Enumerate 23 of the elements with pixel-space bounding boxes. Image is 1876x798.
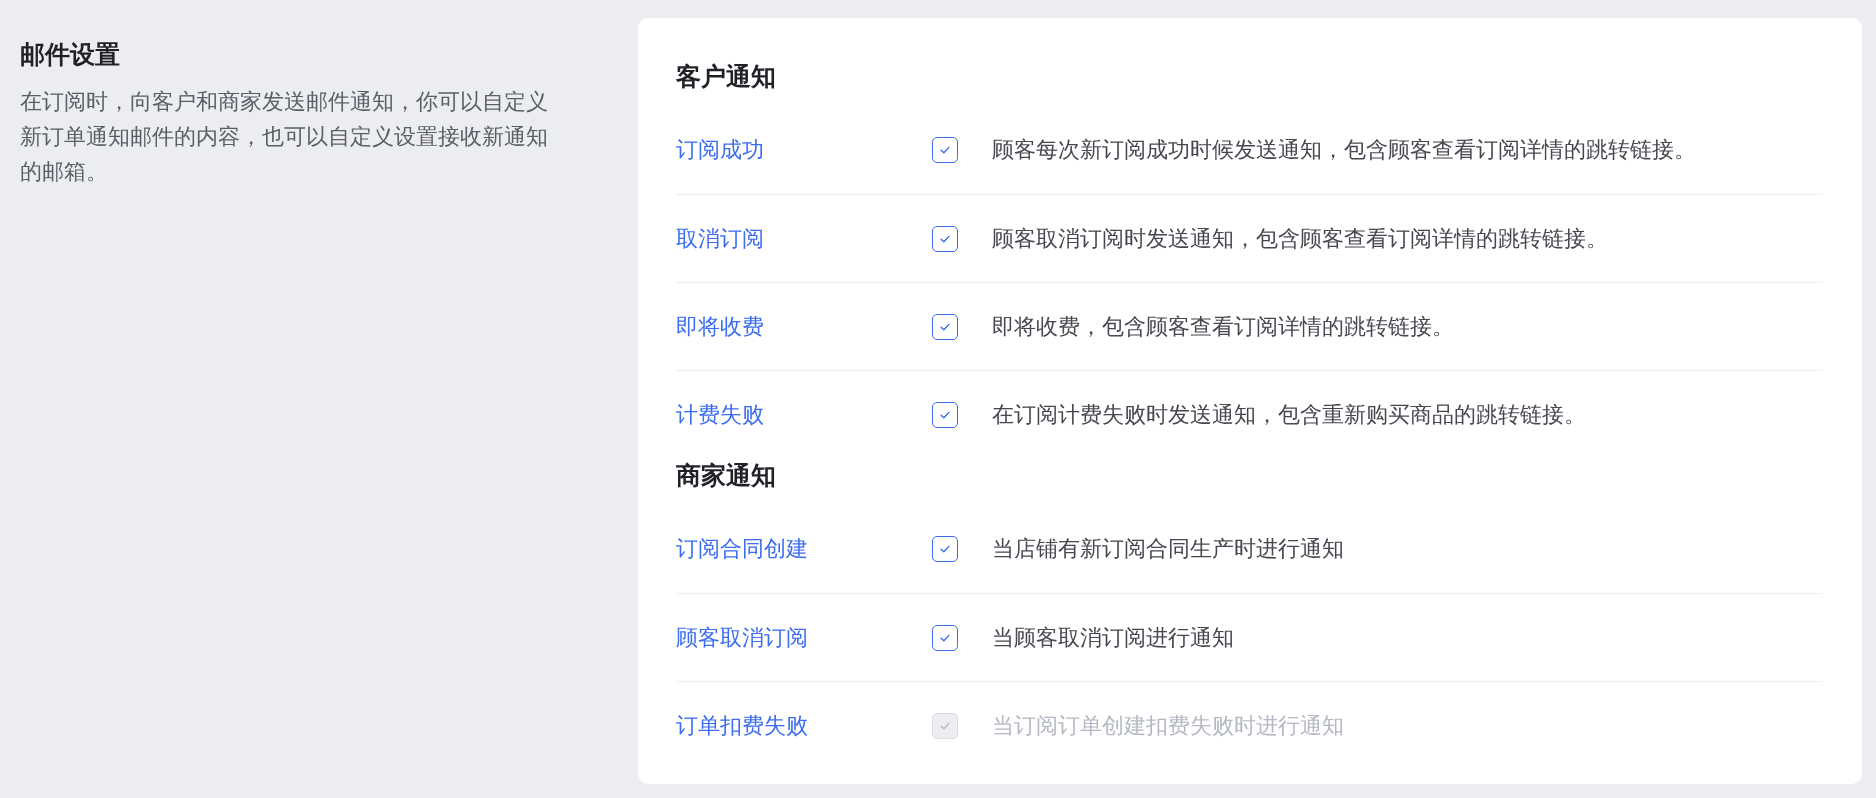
notification-link[interactable]: 订阅成功 — [676, 135, 932, 165]
notification-description: 顾客每次新订阅成功时候发送通知，包含顾客查看订阅详情的跳转链接。 — [992, 136, 1696, 164]
checkbox[interactable] — [932, 624, 958, 651]
notification-description: 当订阅订单创建扣费失败时进行通知 — [992, 711, 1344, 740]
notification-link[interactable]: 即将收费 — [676, 311, 932, 342]
notification-link[interactable]: 顾客取消订阅 — [676, 622, 932, 653]
notification-description: 当店铺有新订阅合同生产时进行通知 — [992, 535, 1344, 563]
notification-description: 当顾客取消订阅进行通知 — [992, 623, 1234, 652]
notification-description: 即将收费，包含顾客查看订阅详情的跳转链接。 — [992, 312, 1454, 341]
checkbox[interactable] — [932, 225, 958, 252]
notification-description: 在订阅计费失败时发送通知，包含重新购买商品的跳转链接。 — [992, 400, 1586, 429]
checkbox[interactable] — [932, 137, 958, 163]
checkbox[interactable] — [932, 536, 958, 562]
section-description: 在订阅时，向客户和商家发送邮件通知，你可以自定义新订单通知邮件的内容，也可以自定义设置接收新通知的邮箱。 — [20, 88, 549, 186]
notification-description: 顾客取消订阅时发送通知，包含顾客查看订阅详情的跳转链接。 — [992, 224, 1608, 253]
group-heading: 商家通知 — [676, 462, 777, 490]
checkbox[interactable] — [932, 401, 958, 428]
notification-link[interactable]: 订阅合同创建 — [676, 534, 932, 564]
group-heading: 客户通知 — [676, 63, 777, 91]
notification-link[interactable]: 取消订阅 — [676, 223, 932, 254]
checkbox[interactable] — [932, 313, 958, 340]
notification-link[interactable]: 计费失败 — [676, 399, 932, 430]
section-title: 邮件设置 — [20, 40, 121, 70]
